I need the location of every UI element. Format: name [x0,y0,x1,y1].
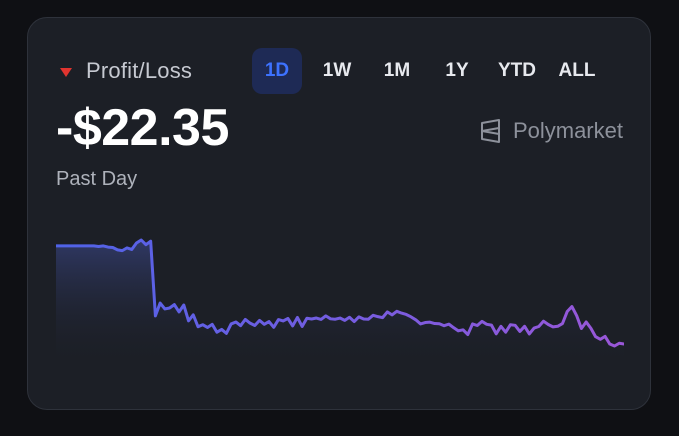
tab-ytd[interactable]: YTD [492,48,542,94]
tab-1w[interactable]: 1W [312,48,362,94]
brand-name: Polymarket [512,118,623,143]
card-title: Profit/Loss [86,58,193,83]
chart-area [56,240,624,368]
brand-mark: Polymarket [479,118,623,144]
tab-1d[interactable]: 1D [252,48,302,94]
polymarket-logo-icon [480,119,500,143]
pnl-value: -$22.35 [56,99,229,157]
title-group: Profit/Loss [60,58,192,84]
tab-1m[interactable]: 1M [372,48,422,94]
tab-all[interactable]: ALL [552,48,602,94]
tab-1y[interactable]: 1Y [432,48,482,94]
period-label: Past Day [56,168,138,190]
down-arrow-icon [60,67,72,77]
range-tabs: 1D 1W 1M 1Y YTD ALL [252,48,612,94]
pnl-chart [56,238,624,368]
profit-loss-card: Profit/Loss 1D 1W 1M 1Y YTD ALL -$22.35 … [27,17,651,410]
